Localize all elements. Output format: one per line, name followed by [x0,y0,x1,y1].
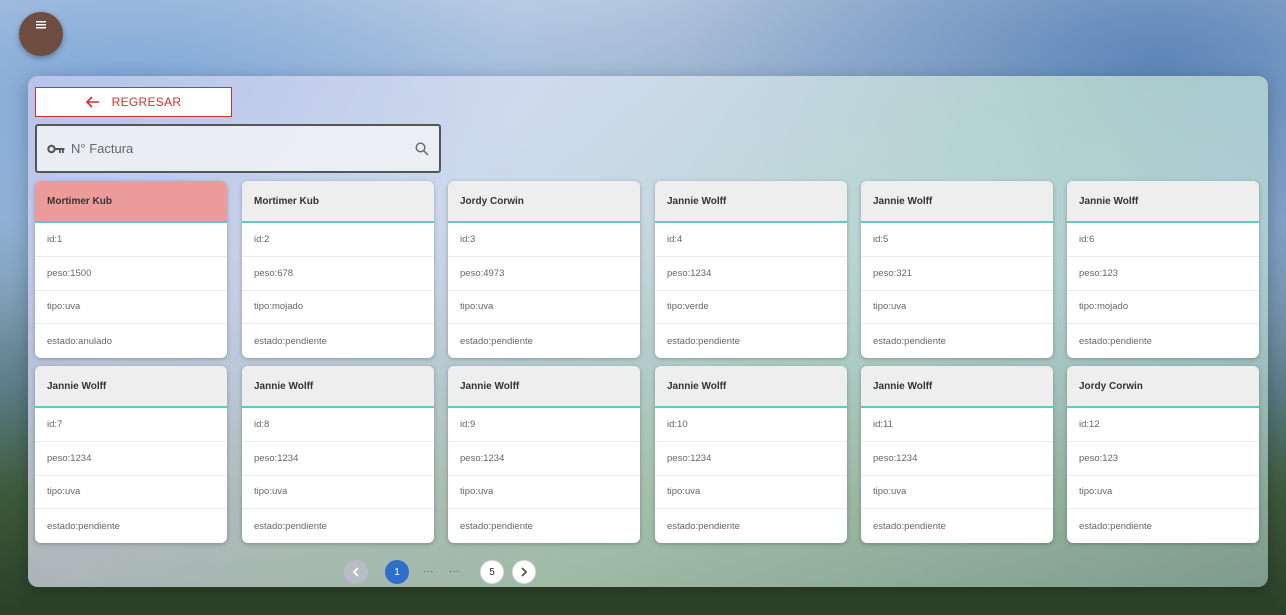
arrow-left-icon [85,96,99,108]
menu-button[interactable] [19,12,63,56]
card-field-peso: peso:1500 [35,257,227,291]
card-field-tipo: tipo:uva [655,476,847,510]
card-field-id: id:3 [448,223,640,257]
back-button-label: REGRESAR [111,95,182,109]
chevron-right-icon [521,567,528,577]
key-icon [47,144,65,153]
card-field-peso: peso:1234 [655,442,847,476]
card-field-tipo: tipo:uva [861,476,1053,510]
card-field-peso: peso:321 [861,257,1053,291]
card-field-tipo: tipo:uva [448,291,640,325]
card-client-name: Jannie Wolff [448,366,640,408]
page-5-button[interactable]: 5 [480,560,504,584]
invoice-card[interactable]: Jordy Corwin id:12 peso:123 tipo:uva estado:… [1067,366,1259,543]
card-field-tipo: tipo:uva [448,476,640,510]
card-field-peso: peso:1234 [242,442,434,476]
card-field-tipo: tipo:uva [1067,476,1259,510]
card-client-name: Jannie Wolff [655,366,847,408]
card-client-name: Jannie Wolff [35,366,227,408]
card-field-tipo: tipo:mojado [1067,291,1259,325]
card-field-id: id:2 [242,223,434,257]
card-field-estado: estado:pendiente [254,520,327,532]
main-panel: REGRESAR Mortimer Kubid:1peso:1500tipo:u… [28,76,1268,587]
card-field-peso: peso:1234 [655,257,847,291]
card-client-name: Jordy Corwin [448,181,640,223]
invoice-card[interactable]: Mortimer Kub id:2 peso:678 tipo:mojado estad… [242,181,434,358]
card-field-estado: estado:pendiente [1079,520,1152,532]
card-field-tipo: tipo:uva [242,476,434,510]
card-client-name: Mortimer Kub [35,181,227,223]
card-client-name: Jannie Wolff [655,181,847,223]
card-field-tipo: tipo:uva [861,291,1053,325]
card-field-estado: estado:pendiente [1079,335,1152,347]
invoice-card[interactable]: Jannie Wolff id:7 peso:1234 tipo:uva estado:… [35,366,227,543]
invoice-card[interactable]: Jordy Corwin id:3 peso:4973 tipo:uva estado:… [448,181,640,358]
card-field-tipo: tipo:verde [655,291,847,325]
card-field-estado: estado:pendiente [873,520,946,532]
invoice-search-input[interactable] [69,140,415,157]
card-field-id: id:9 [448,408,640,442]
card-field-id: id:10 [655,408,847,442]
invoice-search-field[interactable] [35,124,441,173]
card-field-estado: estado:pendiente [667,335,740,347]
card-field-estado: estado:anulado [47,335,112,347]
search-icon[interactable] [415,141,429,156]
card-field-peso: peso:4973 [448,257,640,291]
invoice-card[interactable]: Jannie Wolff id:10 peso:1234 tipo:uva estado… [655,366,847,543]
invoice-card[interactable]: Jannie Wolff id:6 peso:123 tipo:mojado estad… [1067,181,1259,358]
card-client-name: Jordy Corwin [1067,366,1259,408]
card-field-peso: peso:123 [1067,257,1259,291]
next-page-button[interactable] [512,560,536,584]
card-client-name: Jannie Wolff [1067,181,1259,223]
card-field-id: id:1 [35,223,227,257]
prev-page-button[interactable] [344,560,368,584]
invoice-card[interactable]: Jannie Wolff id:11 peso:1234 tipo:uva estado… [861,366,1053,543]
card-field-tipo: tipo:uva [35,291,227,325]
card-field-estado: estado:pendiente [873,335,946,347]
card-client-name: Jannie Wolff [861,366,1053,408]
card-field-peso: peso:1234 [448,442,640,476]
card-field-estado: estado:pendiente [47,520,120,532]
invoice-card[interactable]: Jannie Wolff id:4 peso:1234 tipo:verde estad… [655,181,847,358]
card-field-id: id:7 [35,408,227,442]
card-field-id: id:4 [655,223,847,257]
card-field-tipo: tipo:uva [35,476,227,510]
card-field-estado: estado:pendiente [254,335,327,347]
back-button[interactable]: REGRESAR [35,87,232,117]
page-1-button[interactable]: 1 [385,560,409,584]
pagination-ellipsis: ... [423,564,435,575]
card-field-id: id:6 [1067,223,1259,257]
card-field-id: id:5 [861,223,1053,257]
card-field-id: id:12 [1067,408,1259,442]
card-field-tipo: tipo:mojado [242,291,434,325]
card-field-peso: peso:1234 [35,442,227,476]
card-client-name: Mortimer Kub [242,181,434,223]
pagination-ellipsis: ... [449,564,461,575]
card-field-id: id:8 [242,408,434,442]
invoice-card[interactable]: Jannie Wolff id:5 peso:321 tipo:uva estado:p… [861,181,1053,358]
invoice-card[interactable]: Jannie Wolff id:9 peso:1234 tipo:uva estado:… [448,366,640,543]
card-field-estado: estado:pendiente [460,520,533,532]
menu-icon [36,21,46,29]
card-field-estado: estado:pendiente [460,335,533,347]
card-field-id: id:11 [861,408,1053,442]
card-field-estado: estado:pendiente [667,520,740,532]
invoice-card[interactable]: Jannie Wolff id:8 peso:1234 tipo:uva estado:… [242,366,434,543]
card-field-peso: peso:678 [242,257,434,291]
card-client-name: Jannie Wolff [242,366,434,408]
chevron-left-icon [352,567,359,577]
card-field-peso: peso:123 [1067,442,1259,476]
card-client-name: Jannie Wolff [861,181,1053,223]
invoice-card[interactable]: Mortimer Kub id:1 peso:1500 tipo:uva estado:… [35,181,227,358]
card-field-peso: peso:1234 [861,442,1053,476]
